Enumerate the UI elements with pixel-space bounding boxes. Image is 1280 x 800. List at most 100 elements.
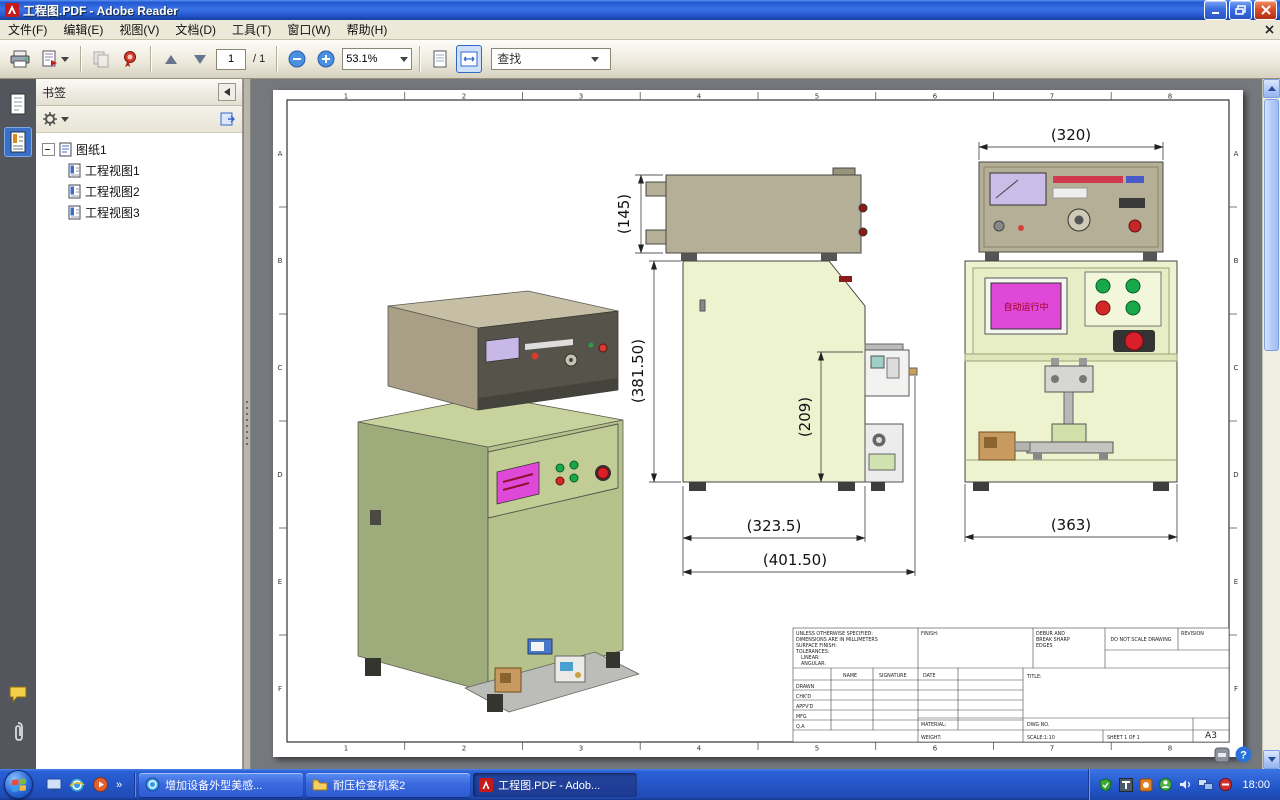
menu-tools[interactable]: 工具(T) [224, 19, 279, 40]
bookmark-label[interactable]: 工程视图1 [85, 162, 140, 179]
bookmark-item-row[interactable]: 工程视图3 [42, 202, 242, 223]
close-document-icon[interactable] [1265, 25, 1280, 34]
zoom-out-button[interactable] [284, 45, 310, 73]
gear-icon[interactable] [42, 111, 58, 127]
corner-tools: ? [1214, 746, 1252, 763]
acrobat-tools-icon[interactable] [1214, 747, 1230, 763]
svg-text:D: D [1233, 471, 1238, 479]
toolbar: / 1 53.1% [0, 40, 1280, 79]
previous-page-button[interactable] [158, 45, 184, 73]
antivirus-icon[interactable] [1218, 777, 1233, 792]
save-copy-button[interactable] [37, 45, 73, 73]
task-label: 耐压检查机案2 [333, 779, 406, 792]
collapse-expander-icon[interactable] [42, 143, 55, 156]
adobe-reader-window: 工程图.PDF - Adobe Reader 文件(F) 编辑(E) 视图(V)… [0, 0, 1280, 769]
quick-launch-overflow[interactable]: » [114, 779, 124, 791]
svg-text:7: 7 [1050, 745, 1054, 753]
window-title: 工程图.PDF - Adobe Reader [23, 3, 178, 18]
close-button[interactable] [1254, 0, 1277, 20]
scroll-down-button[interactable] [1263, 750, 1280, 769]
panel-splitter[interactable] [243, 79, 251, 769]
menu-window[interactable]: 窗口(W) [279, 19, 338, 40]
find-options-caret[interactable] [591, 56, 600, 62]
bookmark-label[interactable]: 图纸1 [76, 141, 107, 158]
taskbar-task-pdf[interactable]: 工程图.PDF - Adob... [473, 772, 638, 797]
svg-text:E: E [1234, 578, 1238, 586]
taskbar-task-folder[interactable]: 耐压检查机案2 [306, 772, 471, 797]
help-icon[interactable]: ? [1235, 746, 1252, 763]
dimension-363: (363) [964, 484, 1178, 542]
collapse-arrow-icon [224, 88, 230, 96]
show-desktop-icon[interactable] [45, 776, 63, 794]
page-number-input[interactable] [216, 48, 246, 70]
media-player-icon[interactable] [91, 776, 109, 794]
bookmarks-panel-button[interactable] [4, 127, 32, 157]
menu-help[interactable]: 帮助(H) [339, 19, 396, 40]
start-button[interactable] [4, 770, 33, 799]
main-area: 书签 图纸1 工程视图1 工程视图2 工程视图3 1 2 3 4 5 6 7 8… [0, 79, 1280, 769]
taskbar-task-browser[interactable]: 增加设备外型美感... [139, 772, 304, 797]
graphics-settings-icon[interactable] [1138, 777, 1153, 792]
minimize-button[interactable] [1204, 0, 1227, 20]
scrolling-mode-button[interactable] [427, 45, 453, 73]
svg-text:E: E [278, 578, 282, 586]
quick-launch: » [39, 776, 130, 794]
page-total-label: / 1 [253, 53, 266, 65]
document-area[interactable]: 12345678 12345678 ABCDEF ABCDEF (145) (3… [251, 79, 1262, 769]
navigation-strip [0, 79, 36, 769]
titlebar[interactable]: 工程图.PDF - Adobe Reader [0, 0, 1280, 20]
menu-file[interactable]: 文件(F) [0, 19, 55, 40]
fit-width-button[interactable] [456, 45, 483, 73]
copy-button[interactable] [88, 45, 114, 73]
bookmarks-panel: 书签 图纸1 工程视图1 工程视图2 工程视图3 [36, 79, 243, 769]
menu-view[interactable]: 视图(V) [111, 19, 167, 40]
sign-button[interactable] [117, 45, 143, 73]
scrollbar-thumb[interactable] [1264, 99, 1279, 351]
menu-edit[interactable]: 编辑(E) [55, 19, 111, 40]
svg-text:SURFACE FINISH:: SURFACE FINISH: [796, 643, 837, 649]
emergency-stop-button [1124, 331, 1144, 351]
svg-text:4: 4 [697, 745, 702, 753]
svg-text:ANGULAR:: ANGULAR: [801, 661, 826, 667]
svg-text:MFG: MFG [796, 714, 807, 720]
internet-explorer-icon[interactable] [68, 776, 86, 794]
panel-meter [989, 172, 1047, 206]
svg-text:A: A [278, 150, 283, 158]
collapse-panel-button[interactable] [218, 83, 236, 101]
taskbar-clock[interactable]: 18:00 [1242, 779, 1270, 791]
scroll-up-button[interactable] [1263, 79, 1280, 98]
messenger-icon[interactable] [1158, 777, 1173, 792]
restore-button[interactable] [1229, 0, 1252, 20]
attachments-panel-button[interactable] [4, 717, 32, 747]
find-input[interactable] [495, 51, 588, 67]
next-page-button[interactable] [187, 45, 213, 73]
svg-text:C: C [1234, 364, 1239, 372]
ime-language-icon[interactable] [1118, 777, 1133, 792]
zoom-caret-icon [400, 56, 409, 62]
expand-bookmark-icon[interactable] [220, 111, 236, 127]
bookmark-label[interactable]: 工程视图2 [85, 183, 140, 200]
bookmark-item-row[interactable]: 工程视图2 [42, 181, 242, 202]
print-button[interactable] [6, 45, 34, 73]
volume-icon[interactable] [1178, 777, 1193, 792]
dimension-381-50: (381.50) [629, 260, 681, 483]
svg-text:2: 2 [462, 93, 466, 101]
menu-document[interactable]: 文档(D) [167, 19, 224, 40]
security-shield-icon[interactable] [1098, 777, 1113, 792]
pages-panel-button[interactable] [4, 89, 32, 119]
touchscreen-text: 自动运行中 [1003, 301, 1048, 313]
svg-text:DRAWN: DRAWN [796, 684, 815, 690]
bookmark-root-row[interactable]: 图纸1 [42, 139, 242, 160]
options-caret-icon[interactable] [61, 116, 69, 122]
zoom-in-button[interactable] [313, 45, 339, 73]
comments-panel-button[interactable] [4, 679, 32, 709]
svg-text:(323.5): (323.5) [747, 517, 802, 535]
svg-text:4: 4 [697, 93, 702, 101]
svg-text:SCALE:1:10: SCALE:1:10 [1027, 735, 1055, 741]
network-icon[interactable] [1198, 777, 1214, 792]
zoom-level-select[interactable]: 53.1% [342, 48, 413, 70]
bookmark-label[interactable]: 工程视图3 [85, 204, 140, 221]
svg-text:B: B [1234, 257, 1239, 265]
bookmark-item-row[interactable]: 工程视图1 [42, 160, 242, 181]
vertical-scrollbar[interactable] [1262, 79, 1280, 769]
